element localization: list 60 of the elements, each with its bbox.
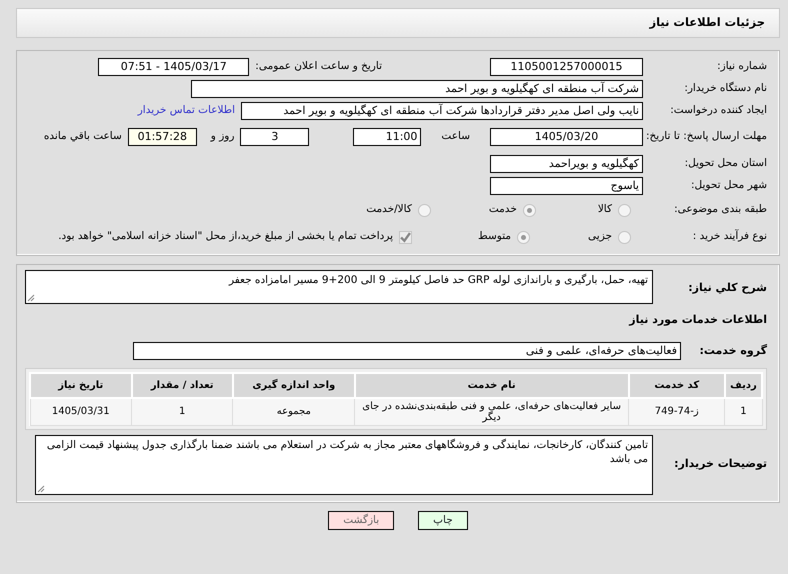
print-button[interactable]: چاپ <box>418 510 468 530</box>
input-field[interactable]: 3 <box>240 128 310 146</box>
column-header: تعداد / مقدار <box>132 372 233 398</box>
field-label: مهلت ارسال پاسخ: تا تاریخ: <box>649 130 767 144</box>
contact-link[interactable]: اطلاعات تماس خریدار <box>138 102 235 118</box>
radio-button[interactable] <box>618 204 631 216</box>
section-heading: اطلاعات خدمات مورد نياز <box>628 312 767 328</box>
table-cell: مجموعه <box>232 398 355 425</box>
field-label: شماره نیاز: <box>716 58 767 74</box>
table-cell: سایر فعالیت‌های حرفه‌ای، علمی و فنی طبقه‌بندی‌نشده در جای دیگر <box>354 398 629 425</box>
input-field[interactable]: 1405/03/17 - 07:51 <box>98 58 250 76</box>
resize-grip-icon[interactable] <box>37 484 45 492</box>
field-label: گروه خدمت: <box>698 342 767 359</box>
resize-grip-icon[interactable] <box>27 294 35 302</box>
radio-button[interactable] <box>522 204 536 216</box>
notes-textarea[interactable]: تامین کنندگان، کارخانجات، نمایندگی و فروشگاههای معتبر مجاز به شرکت در استعلام می باشند ضمنا بارگذاری جدول پیشنهاد قیمت الزامی می باشد <box>35 434 653 494</box>
field-label: روز و <box>210 129 234 144</box>
option-label: کالا <box>598 202 612 218</box>
field-label: شهر محل تحویل: <box>690 178 767 193</box>
radio-button[interactable] <box>418 204 431 216</box>
field-label: تاریخ و ساعت اعلان عمومی: <box>255 58 382 74</box>
option-label: کالا/خدمت <box>366 202 412 218</box>
input-field[interactable]: کهگیلویه و بویراحمد <box>490 154 643 172</box>
field-label: توضیحات خریدار: <box>673 456 767 472</box>
field-label: شرح کلي نياز: <box>687 280 767 296</box>
column-header: نام خدمت <box>354 372 629 398</box>
option-label: خدمت <box>488 202 517 218</box>
table-cell: ز-74-749 <box>628 398 725 425</box>
table-cell: 1 <box>132 398 233 425</box>
column-header: واحد اندازه گیری <box>232 372 355 398</box>
input-field[interactable]: شرکت آب منطقه ای کهگیلویه و بویر احمد <box>191 80 643 98</box>
countdown-field[interactable]: 01:57:28 <box>128 128 197 146</box>
description-text: تهیه، حمل، بارگیری و باراندازی لوله GRP حد فاصل کیلومتر 9 الی 200+9 مسیر امامزاده جعفر <box>228 274 648 286</box>
input-field[interactable]: 11:00 <box>353 128 422 146</box>
page-title: جزئیات اطلاعات نیاز <box>649 14 765 32</box>
option-label: متوسط <box>478 229 512 244</box>
table-cell: 1 <box>724 398 762 425</box>
table-cell: 1405/03/31 <box>30 398 132 425</box>
input-field[interactable]: 1405/03/20 <box>490 128 643 146</box>
back-button[interactable]: بازگشت <box>328 510 394 530</box>
input-field[interactable]: نایب ولی اصل مدیر دفتر قراردادها شرکت آب منطقه ای کهگیلویه و بویر احمد <box>241 102 643 120</box>
field-label: استان محل تحویل: <box>684 156 767 171</box>
field-label: ساعت <box>441 129 470 144</box>
field-label: ساعت باقي مانده <box>44 129 122 144</box>
notes-text: تامین کنندگان، کارخانجات، نمایندگی و فروشگاههای معتبر مجاز به شرکت در استعلام می باشند ضمنا بارگذاری جدول پیشنهاد قیمت الزامی می باشد <box>46 438 648 465</box>
field-label: نوع فرآیند خرید : <box>692 229 767 244</box>
option-label: جزیی <box>588 229 612 244</box>
column-header: تاریخ نیاز <box>30 372 132 398</box>
checkbox-label: پرداخت تمام یا بخشی از مبلغ خرید،از محل "اسناد خزانه اسلامی" خواهد بود. <box>58 229 394 244</box>
input-field[interactable]: 1105001257000015 <box>490 58 643 76</box>
field-label: نام دستگاه خریدار: <box>683 80 767 96</box>
input-field[interactable]: فعالیت‌های حرفه‌ای، علمی و فنی <box>133 342 681 360</box>
column-header: ردیف <box>724 372 762 398</box>
input-field[interactable]: یاسوج <box>490 176 643 194</box>
column-header: کد خدمت <box>628 372 725 398</box>
radio-button[interactable] <box>618 230 631 244</box>
field-label: ایجاد کننده درخواست: <box>669 102 767 118</box>
radio-button[interactable] <box>517 230 530 244</box>
field-label: طبقه بندی موضوعی: <box>673 202 767 218</box>
description-textarea[interactable]: تهیه، حمل، بارگیری و باراندازی لوله GRP حد فاصل کیلومتر 9 الی 200+9 مسیر امامزاده جعفر <box>25 270 653 304</box>
